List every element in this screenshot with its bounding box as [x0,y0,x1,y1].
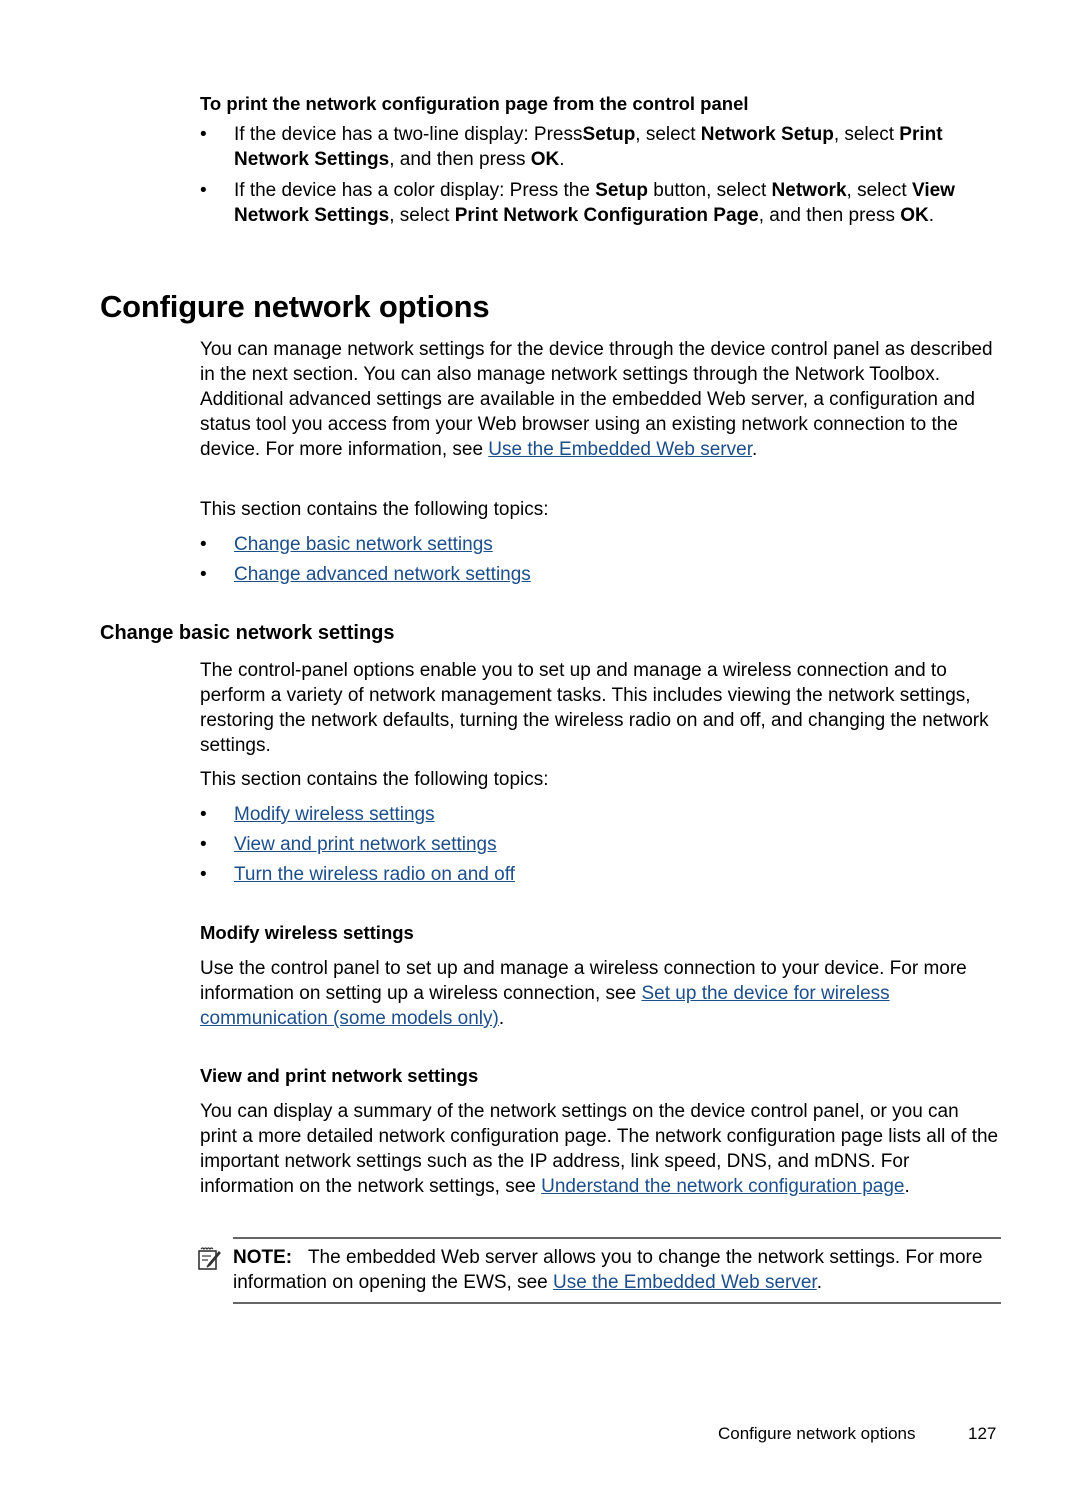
subsection-intro: The control-panel options enable you to … [200,660,989,756]
text-run: , and then press [389,149,531,170]
text-run: , select [389,205,455,226]
bold-term: Setup [595,180,648,201]
bold-term: OK [530,149,560,170]
bullet: • [200,180,207,201]
text-run: , and then press [758,205,901,226]
topic-item: • Turn the wireless radio on and off [200,862,990,887]
bullet: • [200,834,207,855]
text-run: If the device has a color display: Press… [234,180,596,201]
bullet: • [200,534,207,555]
topic-item: • Change advanced network settings [200,562,990,587]
note-top-rule [233,1237,1001,1239]
link-note-use-embedded-web-server[interactable]: Use the Embedded Web server [553,1272,817,1293]
procedure-item: • If the device has a color display: Pre… [200,178,990,228]
bullet: • [200,124,207,145]
bold-term: Print Network Configuration Page [454,205,759,226]
bullet: • [200,564,207,585]
view-print-heading: View and print network settings [200,1065,479,1086]
period: . [816,1272,822,1293]
link-modify-wireless-settings[interactable]: Modify wireless settings [234,804,435,825]
period: . [751,439,758,460]
topics-intro: This section contains the following topi… [200,499,549,520]
subsection-topics-list: • Modify wireless settings • View and pr… [200,802,990,887]
bullet: • [200,804,207,825]
section-title: Configure network options [100,289,490,324]
note-bottom-rule [233,1302,1001,1304]
procedure-item: • If the device has a two-line display: … [200,122,990,172]
link-use-embedded-web-server[interactable]: Use the Embedded Web server [488,439,752,460]
text-run: . [928,205,935,226]
topic-item: • Modify wireless settings [200,802,990,827]
note: NOTE: The embedded Web server allows you… [233,1245,993,1295]
section-topics-list: • Change basic network settings • Change… [200,532,990,587]
section-intro: You can manage network settings for the … [200,337,1000,462]
link-change-basic-network-settings[interactable]: Change basic network settings [234,534,493,555]
bold-term: Network Setup [700,124,834,145]
procedure-item-text: If the device has a color display: Press… [234,180,955,226]
modify-wireless-text: Use the control panel to set up and mana… [200,956,1000,1031]
period: . [904,1176,910,1197]
link-understand-config-page[interactable]: Understand the network configuration pag… [541,1176,904,1197]
link-view-print-network-settings[interactable]: View and print network settings [234,834,497,855]
text-run: If the device has a two-line display: Pr… [234,124,583,145]
text-run: , select [833,124,900,145]
footer-section-name: Configure network options [718,1424,916,1443]
bullet: • [200,864,207,885]
bold-term: Setup [582,124,636,145]
subsection-title: Change basic network settings [100,622,395,644]
view-print-text: You can display a summary of the network… [200,1099,1000,1199]
note-icon [197,1246,223,1272]
text-run: . [559,149,565,170]
footer-page-number: 127 [968,1424,997,1443]
link-change-advanced-network-settings[interactable]: Change advanced network settings [234,564,531,585]
text-run: , select [846,180,912,201]
modify-wireless-heading: Modify wireless settings [200,922,414,943]
bold-term: Network [771,180,847,201]
procedure-item-text: If the device has a two-line display: Pr… [234,124,943,170]
link-turn-wireless-radio[interactable]: Turn the wireless radio on and off [234,864,515,885]
text-run: button, select [647,180,772,201]
procedure-list: • If the device has a two-line display: … [200,122,990,228]
note-label: NOTE: [233,1247,293,1268]
period: . [498,1008,505,1029]
procedure-heading: To print the network configuration page … [200,93,749,114]
topic-item: • Change basic network settings [200,532,990,557]
topic-item: • View and print network settings [200,832,990,857]
text-run: , select [635,124,701,145]
subsection-topics-intro: This section contains the following topi… [200,769,549,790]
bold-term: OK [900,205,929,226]
